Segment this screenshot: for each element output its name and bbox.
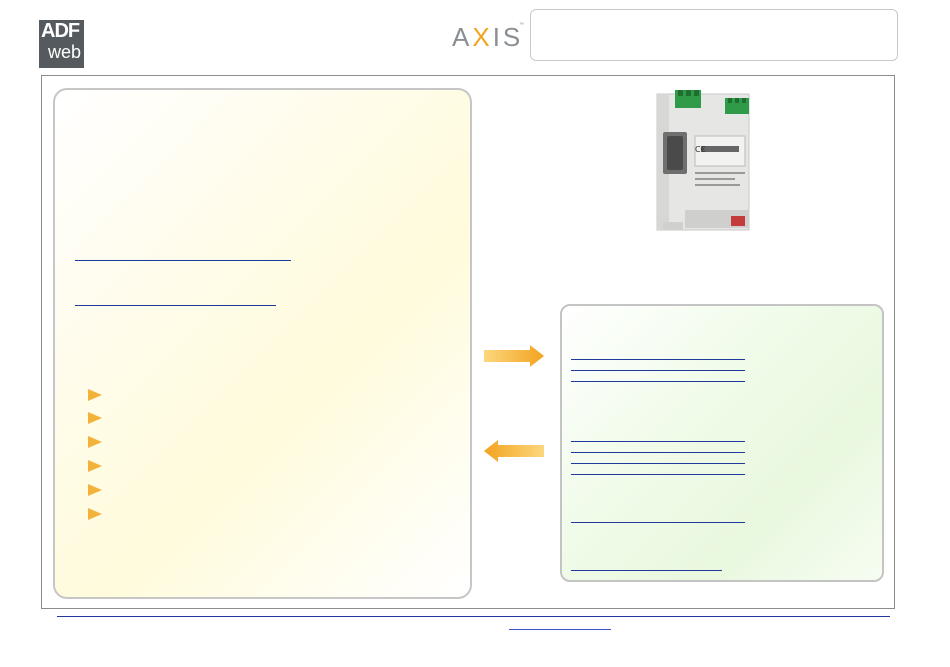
right-panel-link-9[interactable]: [571, 570, 722, 571]
orange-triangle-icon: [88, 484, 102, 496]
right-panel-link-1[interactable]: [571, 359, 745, 360]
orange-triangle-icon: [88, 508, 102, 520]
orange-triangle-icon: [88, 460, 102, 472]
right-panel-link-5[interactable]: [571, 452, 745, 453]
gateway-device-image: C€: [656, 90, 750, 231]
adfweb-logo-line2: web: [48, 42, 82, 62]
right-panel-link-7[interactable]: [571, 474, 745, 475]
right-panel-link-3[interactable]: [571, 381, 745, 382]
axis-logo-a: A: [452, 22, 473, 52]
left-info-panel: [53, 88, 472, 599]
left-panel-link-1[interactable]: [75, 260, 291, 261]
right-panel-link-6[interactable]: [571, 463, 745, 464]
left-panel-link-2[interactable]: [75, 305, 276, 306]
arrow-right-icon: [484, 345, 544, 367]
orange-triangle-icon: [88, 389, 102, 401]
axis-logo-trademark: ™: [519, 22, 524, 28]
adfweb-logo: ADF web: [39, 20, 84, 68]
orange-triangle-icon: [88, 436, 102, 448]
right-info-panel: [560, 304, 884, 582]
footer-link[interactable]: [509, 629, 611, 630]
adfweb-logo-line1: ADF: [41, 20, 80, 42]
right-panel-link-4[interactable]: [571, 441, 745, 442]
footer-divider: [57, 616, 890, 617]
svg-text:C€: C€: [695, 145, 706, 154]
orange-triangle-icon: [88, 412, 102, 424]
header-info-box: [530, 9, 898, 61]
right-panel-link-2[interactable]: [571, 370, 745, 371]
arrow-left-icon: [484, 440, 544, 462]
axis-logo-x: X: [472, 22, 493, 52]
axis-logo: AXIS ™: [452, 22, 524, 54]
right-panel-link-8[interactable]: [571, 522, 745, 523]
